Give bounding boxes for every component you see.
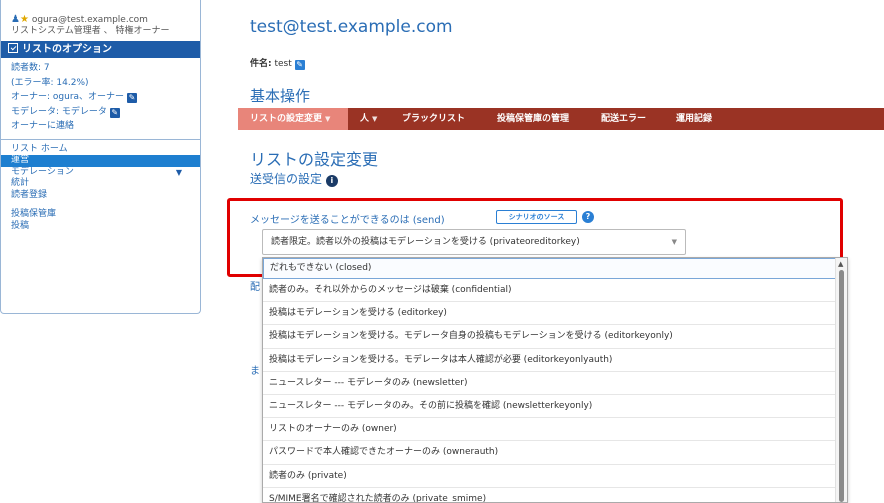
chevron-down-icon: ▼: [372, 115, 378, 123]
info-icon[interactable]: i: [325, 175, 338, 187]
section-title: 基本操作: [250, 87, 311, 105]
moderators-row: モデレータ: モデレータ ✎: [11, 106, 120, 118]
scroll-thumb[interactable]: [839, 270, 844, 502]
menu-people[interactable]: 人 ▼: [360, 108, 377, 130]
edit-moderators-icon[interactable]: ✎: [109, 107, 120, 118]
sidebar-item-admin[interactable]: 運営: [1, 155, 200, 167]
dropdown-option[interactable]: ニュースレター --- モデレータのみ。その前に投稿を確認 (newslette…: [263, 395, 847, 419]
dropdown-option[interactable]: リストのオーナーのみ (owner): [263, 418, 847, 442]
send-label: メッセージを送ることができるのは (send): [250, 215, 445, 226]
subject-row: 件名: test ✎: [250, 59, 305, 70]
edit-subject-icon[interactable]: ✎: [294, 60, 305, 70]
send-select[interactable]: 読者限定。読者以外の投稿はモデレーションを受ける (privateoredito…: [262, 229, 686, 255]
sidebar: ♟★ ogura@test.example.com リストシステム管理者 、 特…: [0, 0, 201, 314]
scroll-up-icon[interactable]: ▲: [838, 260, 843, 268]
dropdown-option[interactable]: パスワードで本人確認できたオーナーのみ (ownerauth): [263, 441, 847, 465]
obscured-label: 配: [250, 282, 260, 293]
dropdown-scrollbar[interactable]: ▲: [835, 258, 847, 502]
user-email: ogura@test.example.com: [31, 15, 148, 25]
options-header: リストのオプション: [1, 41, 200, 58]
admin-menubar: リストの設定変更 ▼ 人 ▼ ブラックリスト 投稿保管庫の管理 配送エラー 運用記録: [238, 108, 884, 130]
user-star-icon: ♟★: [11, 14, 29, 25]
menu-archive-manage[interactable]: 投稿保管庫の管理: [497, 108, 569, 130]
dropdown-option[interactable]: 投稿はモデレーションを受ける。モデレータは本人確認が必要 (editorkeyo…: [263, 349, 847, 372]
sidebar-nav: リスト ホーム 運営 モデレーション ▼ 統計 読者登録 投稿保管庫 投稿: [1, 140, 200, 233]
contact-owner-link[interactable]: オーナーに連絡: [11, 119, 200, 134]
options-list: 読者数: 7 (エラー率: 14.2%) オーナー: ogura、オーナー ✎ …: [1, 58, 200, 137]
error-rate: (エラー率: 14.2%): [11, 77, 89, 88]
dropdown-option[interactable]: ニュースレター --- モデレータのみ (newsletter): [263, 372, 847, 395]
menu-bounces[interactable]: 配送エラー: [601, 108, 646, 130]
dropdown-option[interactable]: 投稿はモデレーションを受ける (editorkey): [263, 302, 847, 326]
dropdown-option[interactable]: S/MIME署名で確認された読者のみ (private_smime): [263, 488, 847, 502]
scenario-source-button[interactable]: シナリオのソース: [496, 210, 577, 224]
obscured-label: ま: [250, 366, 260, 377]
subject-value: test: [274, 59, 292, 69]
sidebar-item-archives[interactable]: 投稿保管庫: [1, 209, 200, 221]
dropdown-option[interactable]: 投稿はモデレーションを受ける。モデレータ自身の投稿もモデレーションを受ける (e…: [263, 325, 847, 349]
subsection-title: 送受信の設定 i: [250, 170, 338, 187]
page-title: リストの設定変更: [250, 150, 379, 169]
dropdown-option[interactable]: 読者のみ (private): [263, 465, 847, 488]
send-options-dropdown: だれもできない (closed) 読者のみ。それ以外からのメッセージは破棄 (c…: [262, 257, 848, 503]
sidebar-item-post[interactable]: 投稿: [1, 221, 200, 233]
caret-down-icon: ▼: [175, 167, 182, 177]
menu-blacklist[interactable]: ブラックリスト: [402, 108, 465, 130]
subscriber-count[interactable]: 読者数: 7: [11, 61, 200, 76]
help-icon[interactable]: ?: [582, 211, 594, 223]
dropdown-option[interactable]: 読者のみ。それ以外からのメッセージは破棄 (confidential): [263, 279, 847, 303]
user-roles: リストシステム管理者 、 特権オーナー: [11, 26, 170, 36]
menu-edit-config[interactable]: リストの設定変更 ▼: [238, 108, 348, 130]
dropdown-option[interactable]: だれもできない (closed): [263, 258, 847, 279]
owners-row: オーナー: ogura、オーナー ✎: [11, 92, 137, 104]
menu-logs[interactable]: 運用記録: [676, 108, 712, 130]
sidebar-item-list-home[interactable]: リスト ホーム: [1, 144, 200, 156]
chevron-down-icon: ▼: [671, 238, 677, 246]
chevron-down-icon: ▼: [325, 115, 331, 123]
sidebar-item-subscribe[interactable]: 読者登録: [1, 190, 200, 202]
sidebar-item-moderation[interactable]: モデレーション ▼: [1, 167, 200, 179]
edit-owners-icon[interactable]: ✎: [126, 93, 137, 104]
sidebar-item-stats[interactable]: 統計: [1, 178, 200, 190]
checkbox-icon: [8, 43, 18, 53]
user-info: ♟★ ogura@test.example.com リストシステム管理者 、 特…: [1, 0, 200, 41]
list-address: test@test.example.com: [250, 17, 453, 37]
